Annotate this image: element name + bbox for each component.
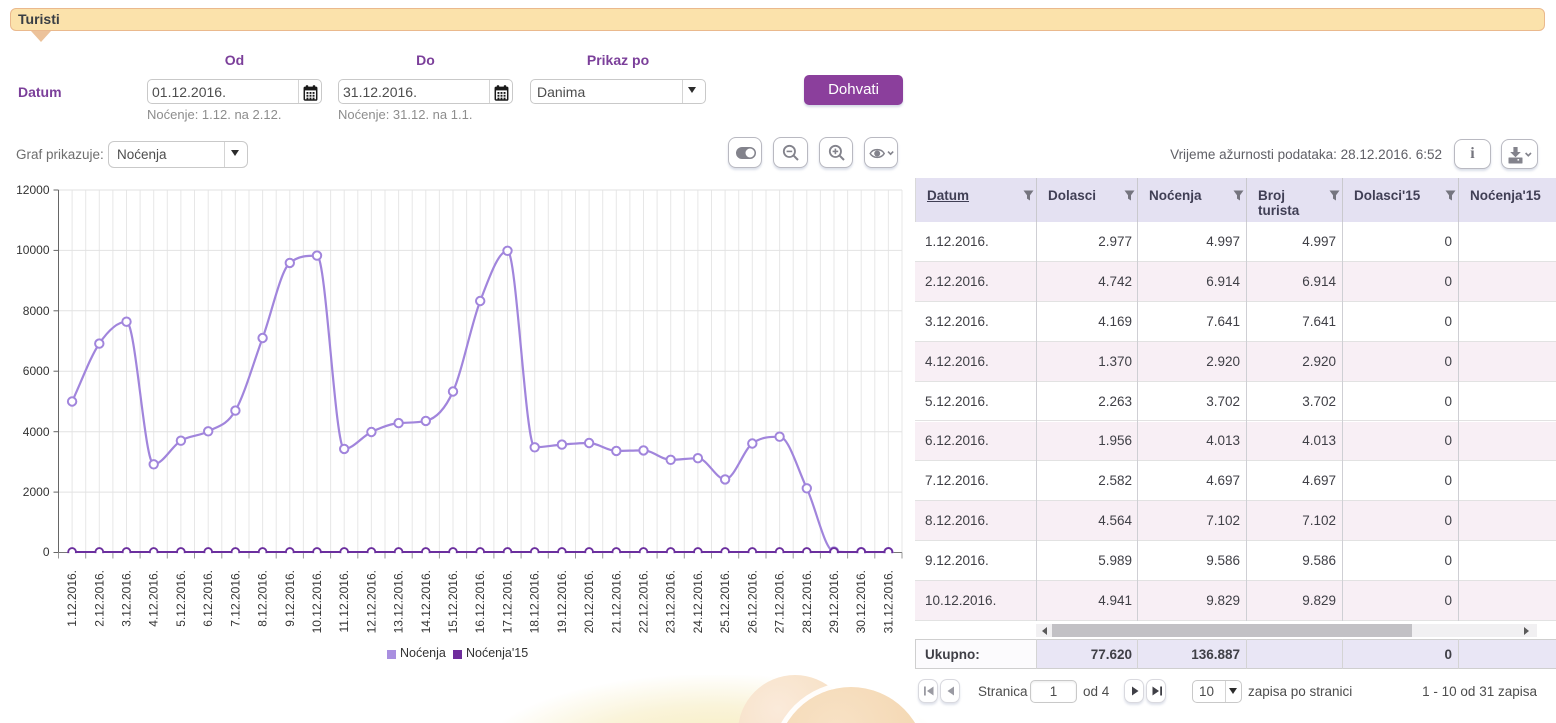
svg-text:18.12.2016.: 18.12.2016. bbox=[528, 570, 542, 633]
svg-text:8.12.2016.: 8.12.2016. bbox=[256, 570, 270, 627]
svg-text:29.12.2016.: 29.12.2016. bbox=[827, 570, 841, 633]
svg-text:28.12.2016.: 28.12.2016. bbox=[800, 570, 814, 633]
svg-text:17.12.2016.: 17.12.2016. bbox=[501, 570, 515, 633]
svg-text:22.12.2016.: 22.12.2016. bbox=[637, 570, 651, 633]
svg-text:25.12.2016.: 25.12.2016. bbox=[718, 570, 732, 633]
svg-text:2.12.2016.: 2.12.2016. bbox=[92, 570, 106, 627]
svg-text:2000: 2000 bbox=[23, 485, 50, 499]
svg-text:12.12.2016.: 12.12.2016. bbox=[364, 570, 378, 633]
svg-text:26.12.2016.: 26.12.2016. bbox=[745, 570, 759, 633]
svg-text:9.12.2016.: 9.12.2016. bbox=[283, 570, 297, 627]
svg-text:21.12.2016.: 21.12.2016. bbox=[609, 570, 623, 633]
svg-text:27.12.2016.: 27.12.2016. bbox=[773, 570, 787, 633]
svg-text:15.12.2016.: 15.12.2016. bbox=[446, 570, 460, 633]
svg-text:31.12.2016.: 31.12.2016. bbox=[881, 570, 895, 633]
svg-text:19.12.2016.: 19.12.2016. bbox=[555, 570, 569, 633]
svg-text:20.12.2016.: 20.12.2016. bbox=[582, 570, 596, 633]
svg-text:11.12.2016.: 11.12.2016. bbox=[337, 570, 351, 633]
svg-text:23.12.2016.: 23.12.2016. bbox=[664, 570, 678, 633]
svg-text:1.12.2016.: 1.12.2016. bbox=[65, 570, 79, 627]
svg-text:6.12.2016.: 6.12.2016. bbox=[201, 570, 215, 627]
svg-text:6000: 6000 bbox=[23, 364, 50, 378]
svg-text:4000: 4000 bbox=[23, 425, 50, 439]
svg-text:14.12.2016.: 14.12.2016. bbox=[419, 570, 433, 633]
svg-text:5.12.2016.: 5.12.2016. bbox=[174, 570, 188, 627]
svg-text:10000: 10000 bbox=[16, 243, 50, 257]
svg-text:13.12.2016.: 13.12.2016. bbox=[392, 570, 406, 633]
svg-text:7.12.2016.: 7.12.2016. bbox=[228, 570, 242, 627]
svg-text:24.12.2016.: 24.12.2016. bbox=[691, 570, 705, 633]
svg-text:30.12.2016.: 30.12.2016. bbox=[854, 570, 868, 633]
svg-text:4.12.2016.: 4.12.2016. bbox=[147, 570, 161, 627]
svg-text:8000: 8000 bbox=[23, 304, 50, 318]
svg-text:3.12.2016.: 3.12.2016. bbox=[120, 570, 134, 627]
svg-text:0: 0 bbox=[43, 545, 50, 559]
svg-text:12000: 12000 bbox=[16, 183, 50, 197]
svg-text:16.12.2016.: 16.12.2016. bbox=[473, 570, 487, 633]
svg-text:10.12.2016.: 10.12.2016. bbox=[310, 570, 324, 633]
